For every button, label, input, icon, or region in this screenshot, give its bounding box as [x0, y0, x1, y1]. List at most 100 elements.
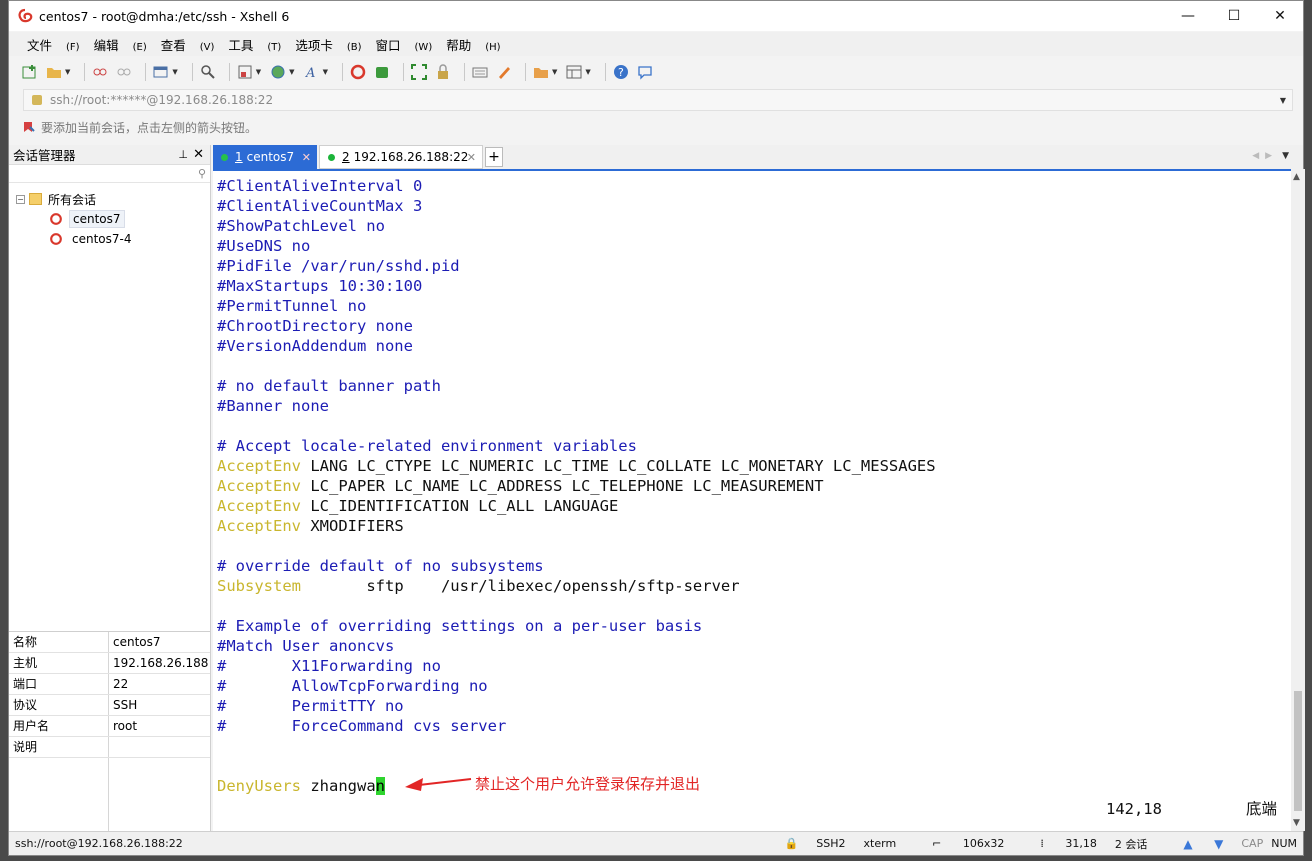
- prop-value: root: [113, 719, 138, 733]
- scroll-down-icon[interactable]: ▼: [1293, 818, 1300, 828]
- new-tab-dropdown-icon[interactable]: ▼: [172, 68, 177, 76]
- properties-icon[interactable]: [236, 63, 254, 81]
- tab-prev-icon[interactable]: ◀: [1252, 151, 1265, 161]
- status-transfer: ▲ ▼: [1165, 837, 1223, 851]
- transfer-icon[interactable]: [532, 63, 550, 81]
- menu-view[interactable]: 查看 (V): [161, 35, 215, 54]
- bookmark-arrow-icon[interactable]: [23, 121, 35, 133]
- menu-help-label: 帮助: [446, 37, 472, 53]
- prop-row: 协议 SSH: [9, 695, 210, 716]
- prop-row: 主机 192.168.26.188: [9, 653, 210, 674]
- scroll-up-icon[interactable]: ▲: [1293, 172, 1300, 182]
- toolbar-divider: [84, 63, 86, 81]
- annotation-text: 禁止这个用户允许登录保存并退出: [475, 775, 701, 793]
- new-tab-icon[interactable]: [152, 63, 170, 81]
- xftp-icon[interactable]: [373, 63, 391, 81]
- scroll-thumb[interactable]: [1294, 691, 1302, 811]
- terminal-line: # PermitTTY no: [217, 696, 936, 716]
- menu-help-key: (H): [485, 41, 501, 53]
- open-folder-icon[interactable]: [45, 63, 63, 81]
- pin-icon[interactable]: ⊥: [178, 148, 188, 161]
- menu-window[interactable]: 窗口 (W): [376, 35, 433, 54]
- find-icon[interactable]: [199, 63, 217, 81]
- font-icon[interactable]: A: [303, 63, 321, 81]
- status-size: ⌐ 106x32: [914, 837, 1004, 850]
- menu-tabs-key: (B): [346, 41, 362, 53]
- menu-tools[interactable]: 工具 (T): [228, 35, 281, 54]
- config-keyword: AcceptEnv: [217, 517, 301, 535]
- chat-icon[interactable]: [636, 63, 654, 81]
- terminal-view[interactable]: #ClientAliveInterval 0 #ClientAliveCountM…: [213, 169, 1291, 831]
- config-value: XMODIFIERS: [301, 517, 404, 535]
- layout-dropdown-icon[interactable]: ▼: [585, 68, 590, 76]
- collapse-toggle-icon[interactable]: −: [16, 194, 25, 204]
- status-bar: ssh://root@192.168.26.188:22 🔒 SSH2 xterm…: [9, 831, 1303, 855]
- globe-icon[interactable]: [269, 63, 287, 81]
- status-cursor-label: 31,18: [1065, 837, 1097, 850]
- config-comment: # ForceCommand cvs server: [217, 717, 507, 735]
- properties-dropdown-icon[interactable]: ▼: [256, 68, 261, 76]
- config-comment: # X11Forwarding no: [217, 657, 441, 675]
- prop-value: [109, 737, 113, 757]
- menu-tools-label: 工具: [228, 37, 254, 53]
- menu-tabs[interactable]: 选项卡 (B): [295, 35, 361, 54]
- window-controls: — ☐ ✕: [1165, 1, 1303, 31]
- minimize-button[interactable]: —: [1165, 1, 1211, 31]
- status-size-label: 106x32: [962, 837, 1005, 850]
- tab-192-168-26-188[interactable]: 2 192.168.26.188:22 ✕: [319, 145, 483, 169]
- terminal-line: # Accept locale-related environment vari…: [217, 436, 936, 456]
- maximize-button[interactable]: ☐: [1211, 1, 1257, 31]
- config-comment: #UseDNS no: [217, 237, 311, 255]
- menu-edit[interactable]: 编辑 (E): [94, 35, 147, 54]
- tree-item-centos7[interactable]: centos7: [9, 209, 210, 229]
- add-tab-button[interactable]: +: [485, 147, 503, 167]
- terminal-line: #PermitTunnel no: [217, 296, 936, 316]
- tab-next-icon[interactable]: ▶: [1265, 151, 1278, 161]
- tree-root[interactable]: − 所有会话: [9, 189, 210, 209]
- terminal-line: AcceptEnv XMODIFIERS: [217, 516, 936, 536]
- connect-icon[interactable]: [91, 63, 109, 81]
- new-session-icon[interactable]: [21, 63, 39, 81]
- config-comment: # Example of overriding settings on a pe…: [217, 617, 703, 635]
- open-dropdown-icon[interactable]: ▼: [65, 68, 70, 76]
- address-dropdown-icon[interactable]: ▼: [1280, 96, 1286, 105]
- prop-filler: [9, 758, 210, 832]
- session-manager-close-icon[interactable]: ✕: [193, 147, 204, 162]
- fullscreen-icon[interactable]: [410, 63, 428, 81]
- disconnect-icon[interactable]: [115, 63, 133, 81]
- toolbar-divider: [145, 63, 147, 81]
- tab-close-icon[interactable]: ✕: [302, 151, 311, 164]
- terminal-line: #Banner none: [217, 396, 936, 416]
- transfer-dropdown-icon[interactable]: ▼: [552, 68, 557, 76]
- toolbar: ▼ ▼ ▼ ▼ A ▼ ▼ ▼ ?: [21, 59, 1291, 85]
- terminal-line: #PidFile /var/run/sshd.pid: [217, 256, 936, 276]
- lock-icon[interactable]: [434, 63, 452, 81]
- config-value: LC_IDENTIFICATION LC_ALL LANGUAGE: [301, 497, 619, 515]
- menu-file[interactable]: 文件 (F): [27, 35, 80, 54]
- tree-item-centos7-4[interactable]: centos7-4: [9, 229, 210, 249]
- globe-dropdown-icon[interactable]: ▼: [289, 68, 294, 76]
- config-comment: #Match User anoncvs: [217, 637, 395, 655]
- xshell-icon[interactable]: [349, 63, 367, 81]
- tab-close-icon[interactable]: ✕: [467, 151, 476, 164]
- upload-arrow-icon: ▲: [1183, 836, 1193, 851]
- tab-label: centos7: [246, 150, 295, 164]
- keyboard-icon[interactable]: [471, 63, 489, 81]
- address-bar[interactable]: ssh://root:******@192.168.26.188:22 ▼: [23, 89, 1293, 111]
- prop-value: SSH: [113, 698, 138, 712]
- tab-list-icon[interactable]: ▼: [1282, 151, 1295, 161]
- tab-centos7[interactable]: 1 centos7 ✕: [213, 145, 317, 169]
- layout-icon[interactable]: [565, 63, 583, 81]
- session-search-input[interactable]: ⚲: [9, 165, 210, 183]
- menu-help[interactable]: 帮助 (H): [446, 35, 500, 54]
- status-num: NUM: [1271, 837, 1297, 850]
- menu-tools-key: (T): [267, 41, 282, 53]
- highlight-icon[interactable]: [495, 63, 513, 81]
- close-button[interactable]: ✕: [1257, 1, 1303, 31]
- font-dropdown-icon[interactable]: ▼: [323, 68, 328, 76]
- terminal-line: #VersionAddendum none: [217, 336, 936, 356]
- terminal-scrollbar[interactable]: ▲ ▼: [1291, 169, 1305, 831]
- help-icon[interactable]: ?: [612, 63, 630, 81]
- menu-window-key: (W): [414, 41, 433, 53]
